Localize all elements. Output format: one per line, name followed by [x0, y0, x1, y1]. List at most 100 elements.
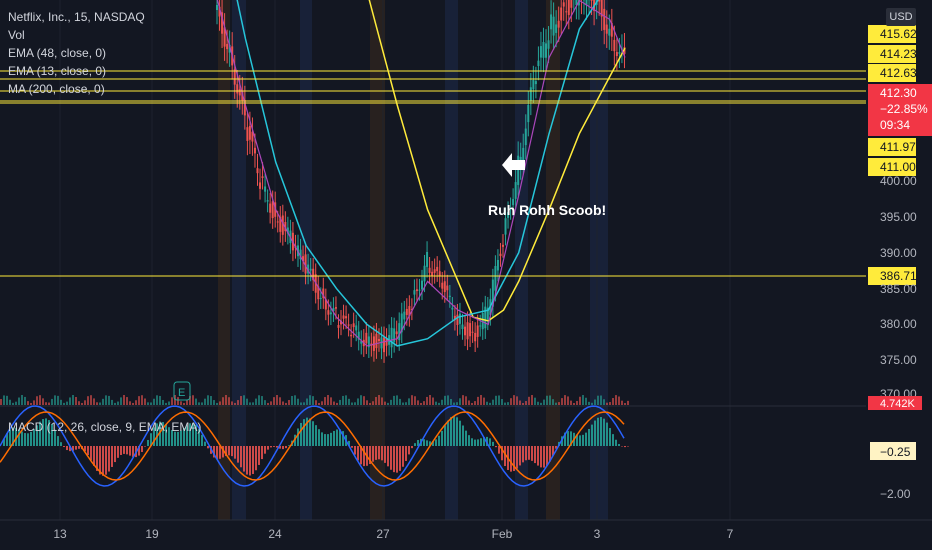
- macd-legend[interactable]: MACD (12, 26, close, 9, EMA, EMA): [8, 420, 201, 434]
- legend-ma200[interactable]: MA (200, close, 0): [8, 80, 145, 98]
- candle: [216, 4, 218, 10]
- volume-bar: [519, 400, 521, 405]
- macd-histogram-bar: [522, 446, 524, 463]
- chart[interactable]: 415.62 414.23 412.63 411.97 411.00 400.00 395.…: [0, 0, 932, 550]
- volume-bar: [348, 398, 350, 405]
- volume-bar: [459, 398, 461, 405]
- candle: [413, 290, 416, 295]
- volume-bar: [309, 395, 311, 405]
- candle: [484, 306, 487, 329]
- macd-histogram-bar: [615, 439, 617, 446]
- volume-bar: [270, 401, 272, 405]
- legend-vol[interactable]: Vol: [8, 26, 145, 44]
- macd-histogram-bar: [204, 441, 206, 446]
- macd-histogram-bar: [495, 446, 497, 448]
- macd-histogram-bar: [357, 446, 359, 461]
- macd-histogram-bar: [399, 446, 401, 471]
- volume-bar: [0, 399, 2, 405]
- macd-histogram-bar: [444, 425, 446, 446]
- macd-histogram-bar: [402, 446, 404, 467]
- volume-bar: [294, 395, 296, 405]
- macd-histogram-bar: [243, 446, 245, 472]
- candle: [426, 251, 429, 267]
- macd-histogram-bar: [231, 446, 233, 457]
- volume-bar: [219, 401, 221, 405]
- volume-bar: [531, 395, 533, 405]
- volume-bar: [549, 395, 551, 405]
- chart-legend: Netflix, Inc., 15, NASDAQ Vol EMA (48, c…: [8, 8, 145, 98]
- volume-bar: [246, 398, 248, 405]
- candle: [238, 89, 241, 96]
- volume-bar: [264, 400, 266, 405]
- volume-bar: [147, 402, 149, 405]
- currency-badge[interactable]: USD: [886, 8, 916, 26]
- volume-bar: [405, 402, 407, 405]
- volume-bar: [603, 399, 605, 405]
- candle: [446, 285, 449, 291]
- volume-bar: [384, 401, 386, 405]
- volume-bar: [123, 395, 125, 405]
- volume-bar: [300, 402, 302, 405]
- volume-bar: [414, 396, 416, 405]
- volume-bar: [129, 401, 131, 405]
- macd-histogram-bar: [525, 446, 527, 461]
- macd-histogram-bar: [480, 438, 482, 446]
- candle: [433, 269, 436, 273]
- volume-bar: [63, 402, 65, 405]
- volume-bar: [444, 395, 446, 405]
- y-tick-label: 390.00: [880, 246, 917, 260]
- macd-histogram-bar: [618, 444, 620, 446]
- volume-bar: [591, 402, 593, 405]
- volume-bar: [18, 397, 20, 405]
- y-tick-label: 385.00: [880, 282, 917, 296]
- macd-histogram-bar: [537, 446, 539, 466]
- volume-bar: [582, 395, 584, 405]
- volume-bar: [195, 398, 197, 405]
- volume-bar: [621, 400, 623, 405]
- arrow-left-icon: [502, 153, 525, 177]
- candle: [514, 182, 517, 199]
- macd-histogram-bar: [258, 446, 260, 465]
- macd-histogram-bar: [477, 439, 479, 446]
- candle: [441, 282, 444, 289]
- volume-bar: [558, 402, 560, 405]
- volume-bar: [354, 402, 356, 405]
- volume-bar: [561, 398, 563, 405]
- volume-bar: [30, 402, 32, 405]
- candle: [319, 298, 322, 300]
- volume-bar: [162, 399, 164, 405]
- volume-bar: [306, 398, 308, 405]
- volume-bar: [402, 402, 404, 405]
- macd-histogram-bar: [297, 428, 299, 446]
- volume-bar: [252, 402, 254, 405]
- volume-bar: [432, 397, 434, 405]
- macd-histogram-bar: [510, 446, 512, 472]
- volume-bar: [45, 402, 47, 405]
- macd-histogram-bar: [27, 433, 29, 446]
- volume-bar: [507, 402, 509, 405]
- volume-bar: [9, 399, 11, 405]
- volume-bar: [12, 402, 14, 405]
- candle: [448, 295, 451, 298]
- candle: [377, 338, 380, 342]
- volume-bar: [396, 395, 398, 405]
- candle: [337, 325, 340, 328]
- volume-bar: [225, 395, 227, 405]
- legend-ema13[interactable]: EMA (13, close, 0): [8, 62, 145, 80]
- macd-histogram-bar: [228, 446, 230, 456]
- symbol-title[interactable]: Netflix, Inc., 15, NASDAQ: [8, 8, 145, 26]
- legend-ema48[interactable]: EMA (48, close, 0): [8, 44, 145, 62]
- volume-bar: [144, 398, 146, 405]
- candle: [557, 20, 560, 28]
- volume-bar: [141, 395, 143, 405]
- volume-bar: [627, 400, 629, 405]
- macd-histogram-bar: [102, 446, 104, 476]
- macd-histogram-bar: [411, 446, 413, 449]
- macd-histogram-bar: [177, 431, 179, 446]
- volume-bar: [303, 402, 305, 405]
- current-price-text: 09:34: [880, 118, 910, 132]
- volume-bar: [132, 402, 134, 405]
- volume-bar: [447, 395, 449, 405]
- volume-bar: [453, 402, 455, 405]
- macd-histogram-bar: [24, 433, 26, 446]
